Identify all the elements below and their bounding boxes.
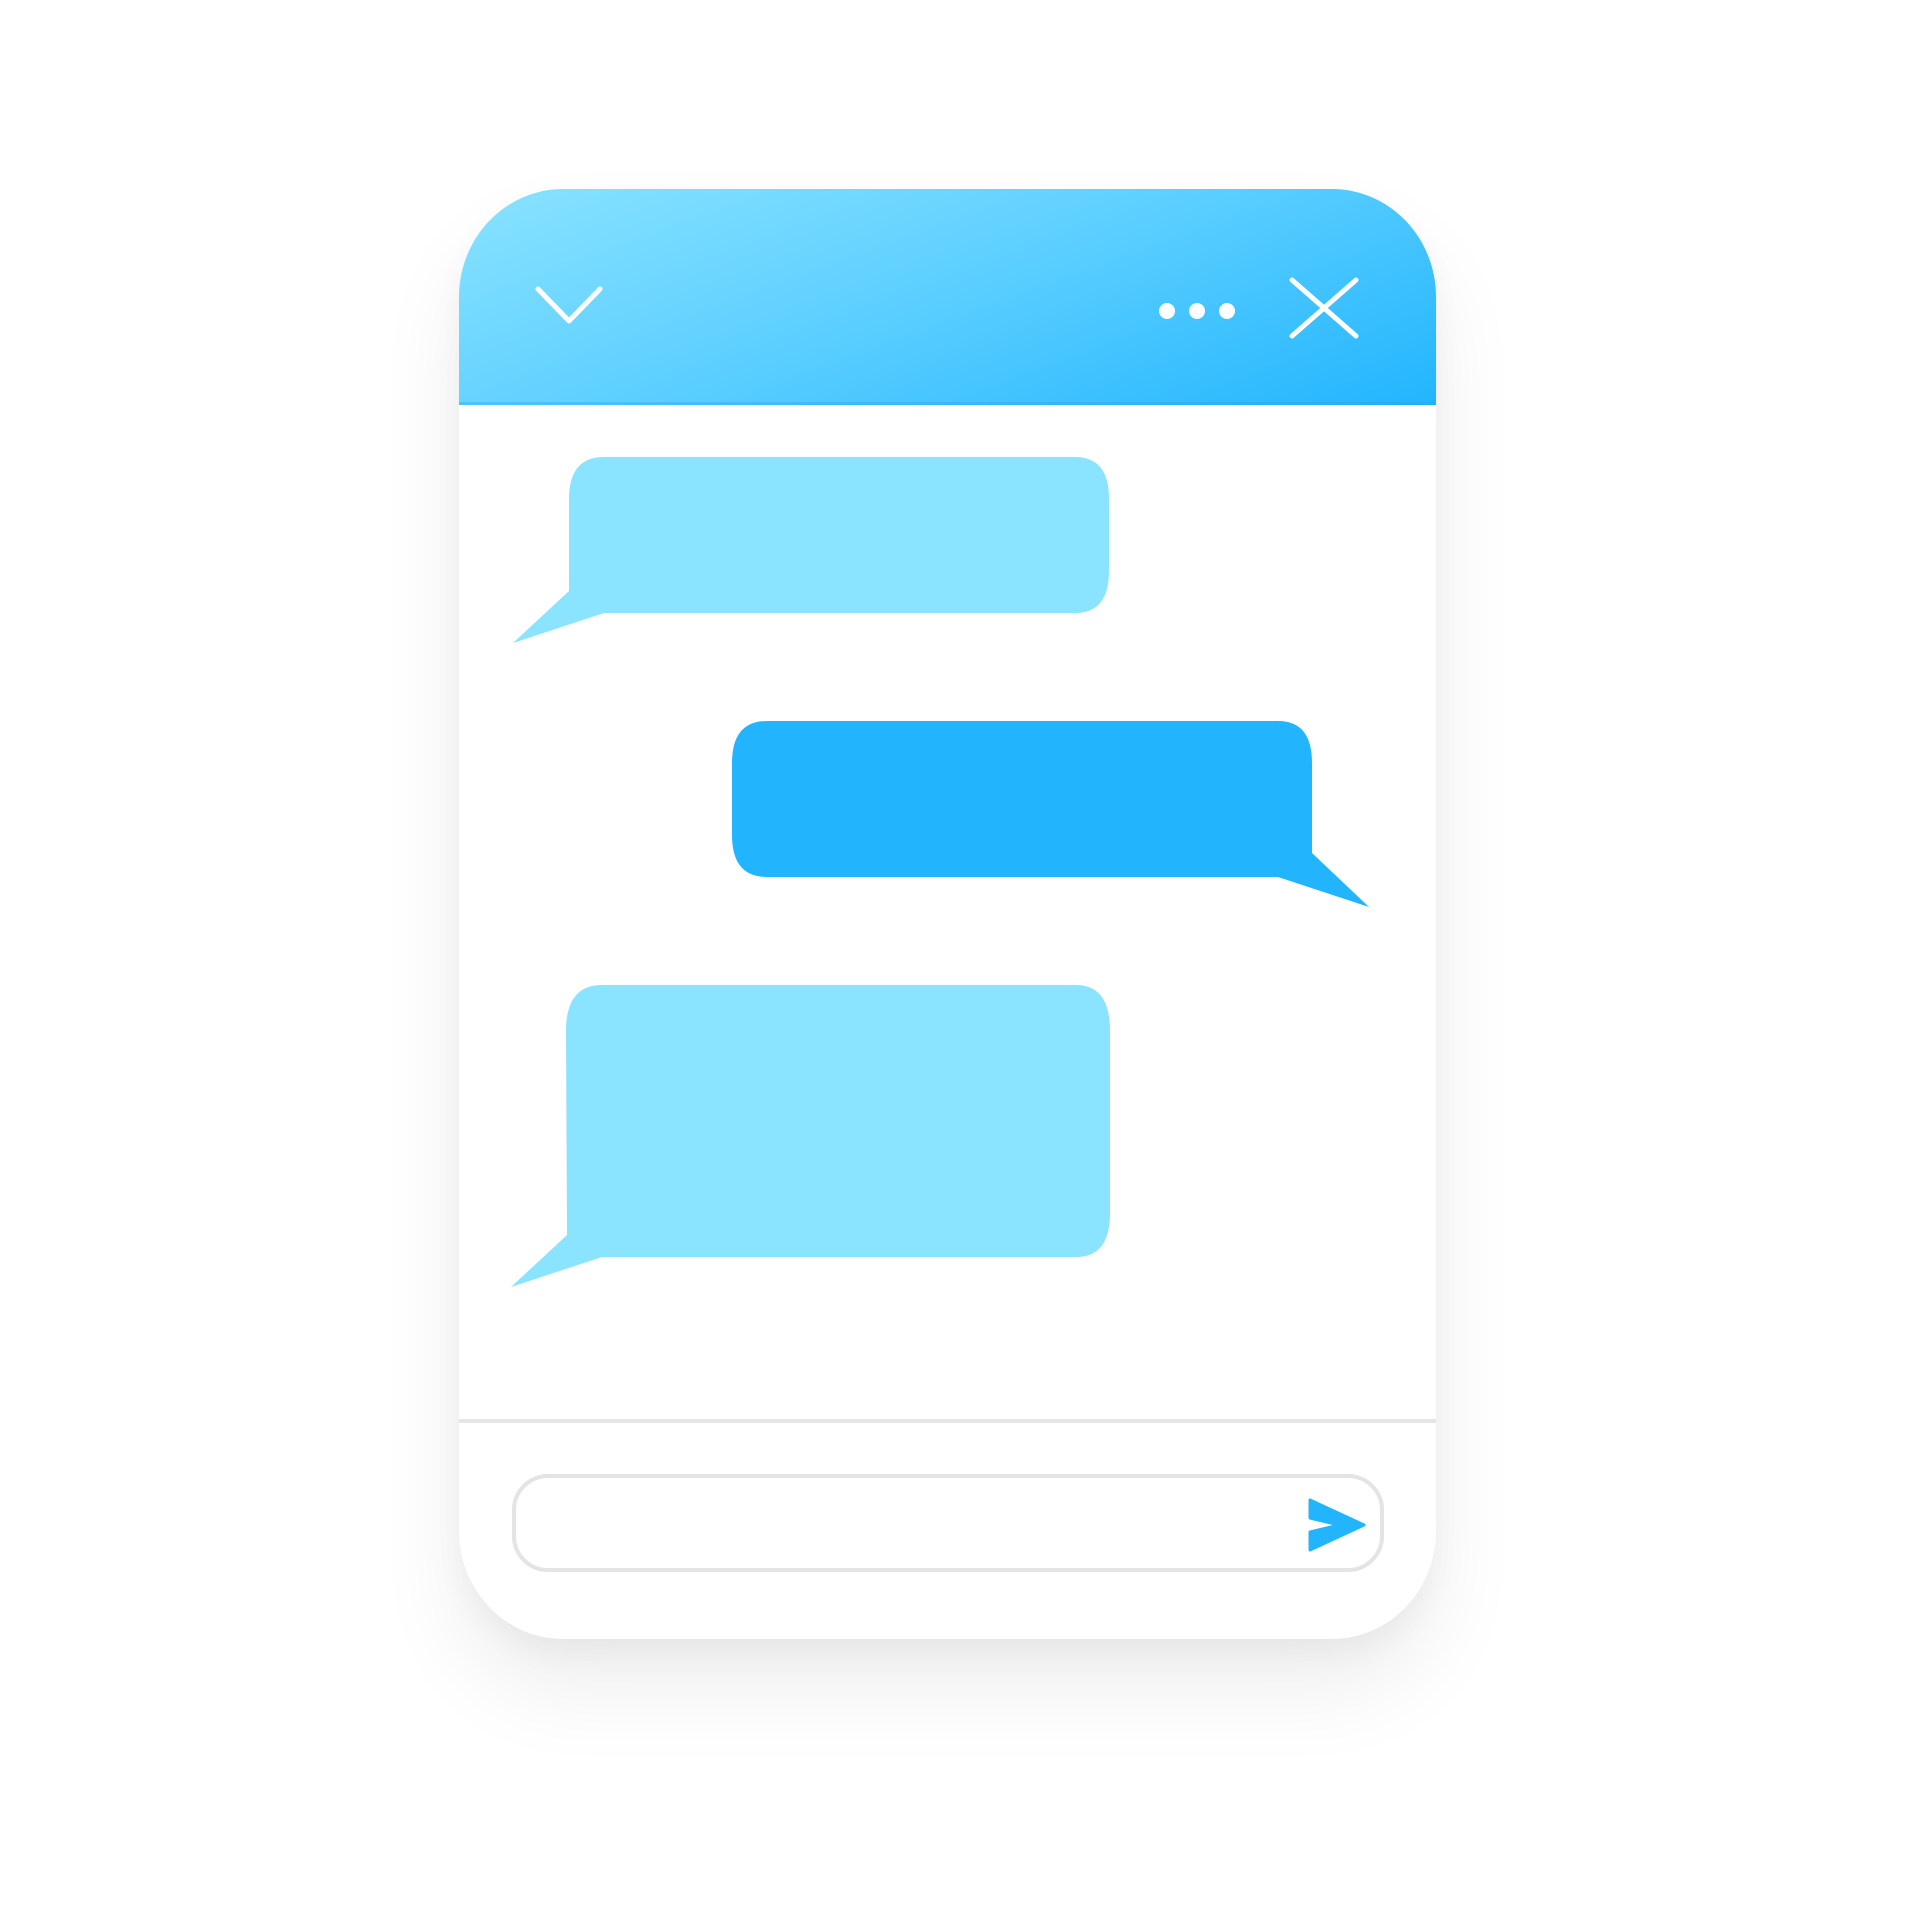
- collapse-button[interactable]: [531, 281, 607, 333]
- message-bubble-outgoing: [732, 721, 1382, 909]
- message-bubble-incoming: [513, 457, 1140, 645]
- chat-window: [459, 189, 1436, 1639]
- composer-divider: [459, 1419, 1436, 1423]
- more-options-icon: [1159, 303, 1235, 319]
- chevron-down-icon: [535, 286, 603, 324]
- close-button[interactable]: [1283, 273, 1365, 343]
- more-options-button[interactable]: [1153, 294, 1245, 328]
- send-button[interactable]: [1301, 1494, 1369, 1556]
- send-icon: [1308, 1498, 1366, 1552]
- message-input[interactable]: [544, 1486, 1288, 1562]
- chat-header: [459, 189, 1436, 405]
- message-bubble-incoming: [511, 985, 1144, 1289]
- message-composer: [512, 1474, 1384, 1572]
- stage: [0, 0, 1920, 1920]
- close-icon: [1289, 277, 1359, 339]
